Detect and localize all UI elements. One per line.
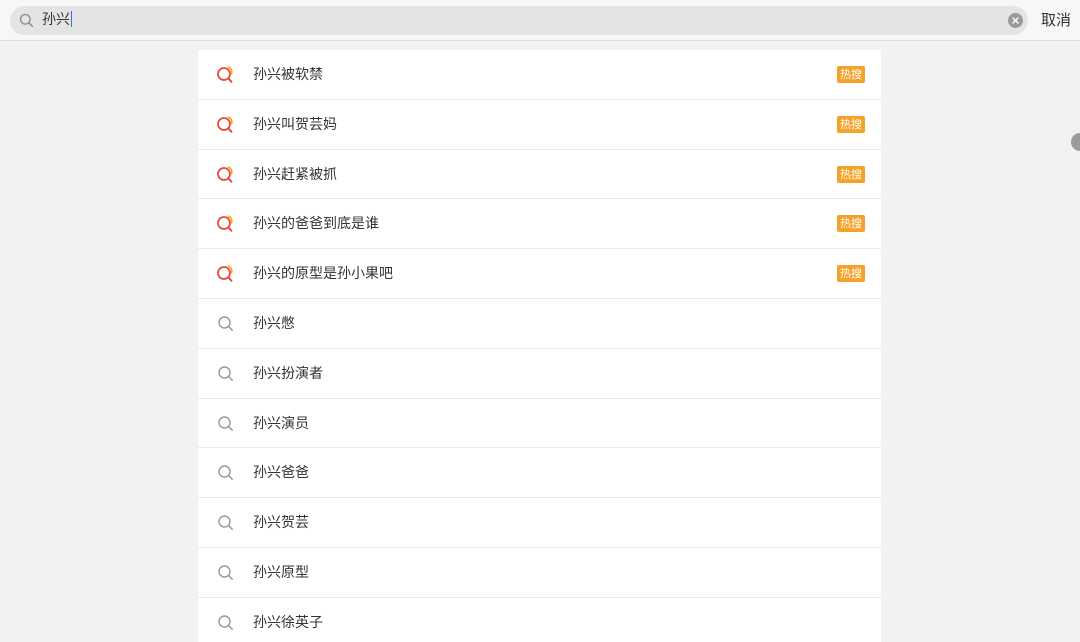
suggestion-item[interactable]: 孙兴贺芸 bbox=[198, 498, 881, 548]
close-icon bbox=[1012, 17, 1019, 24]
search-icon bbox=[216, 463, 236, 483]
suggestion-item[interactable]: 孙兴憋 bbox=[198, 299, 881, 349]
cancel-button[interactable]: 取消 bbox=[1041, 10, 1071, 30]
suggestion-label: 孙兴憋 bbox=[253, 315, 295, 332]
search-icon bbox=[216, 364, 236, 384]
suggestion-label: 孙兴叫贺芸妈 bbox=[253, 116, 337, 133]
scrollbar-handle[interactable] bbox=[1071, 133, 1080, 151]
search-input[interactable]: 孙兴 bbox=[10, 6, 1028, 35]
hot-badge: 热搜 bbox=[837, 215, 865, 233]
suggestion-label: 孙兴的原型是孙小果吧 bbox=[253, 266, 393, 283]
suggestion-item[interactable]: 孙兴的原型是孙小果吧 热搜 bbox=[198, 249, 881, 299]
clear-input-button[interactable] bbox=[1008, 13, 1023, 28]
suggestion-label: 孙兴被软禁 bbox=[253, 67, 323, 83]
suggestion-item[interactable]: 孙兴原型 bbox=[198, 548, 881, 598]
search-icon bbox=[216, 414, 236, 434]
suggestion-label: 孙兴演员 bbox=[253, 415, 309, 432]
hot-search-icon bbox=[216, 214, 236, 234]
suggestion-label: 孙兴扮演者 bbox=[253, 365, 323, 382]
hot-search-icon bbox=[216, 165, 236, 185]
suggestion-label: 孙兴原型 bbox=[253, 564, 309, 581]
search-query-text: 孙兴 bbox=[42, 11, 72, 28]
suggestion-item[interactable]: 孙兴扮演者 bbox=[198, 349, 881, 399]
suggestion-item[interactable]: 孙兴被软禁 热搜 bbox=[198, 50, 881, 100]
suggestion-label: 孙兴徐英子 bbox=[253, 614, 323, 631]
suggestion-list: 孙兴被软禁 热搜 孙兴叫贺芸妈 热搜 孙兴赶紧被抓 热搜 孙兴的爸爸到底是谁 热搜 孙兴的原型是… bbox=[198, 50, 881, 642]
search-icon bbox=[216, 563, 236, 583]
hot-badge: 热搜 bbox=[837, 165, 865, 183]
hot-search-icon bbox=[216, 264, 236, 284]
hot-badge: 热搜 bbox=[837, 115, 865, 133]
suggestion-item[interactable]: 孙兴赶紧被抓 热搜 bbox=[198, 150, 881, 200]
suggestion-item[interactable]: 孙兴爸爸 bbox=[198, 448, 881, 499]
hot-badge: 热搜 bbox=[837, 265, 865, 283]
suggestion-item[interactable]: 孙兴的爸爸到底是谁 热搜 bbox=[198, 199, 881, 250]
search-icon bbox=[19, 13, 34, 28]
suggestion-label: 孙兴爸爸 bbox=[253, 465, 309, 482]
suggestion-item[interactable]: 孙兴徐英子 bbox=[198, 598, 881, 642]
hot-search-icon bbox=[216, 65, 236, 85]
suggestion-label: 孙兴贺芸 bbox=[253, 515, 309, 532]
top-bar: 孙兴 取消 bbox=[0, 0, 1080, 41]
search-icon bbox=[216, 314, 236, 334]
suggestion-item[interactable]: 孙兴叫贺芸妈 热搜 bbox=[198, 100, 881, 150]
suggestion-label: 孙兴赶紧被抓 bbox=[253, 166, 337, 183]
search-icon bbox=[216, 513, 236, 533]
suggestion-item[interactable]: 孙兴演员 bbox=[198, 399, 881, 449]
search-icon bbox=[216, 613, 236, 633]
suggestion-label: 孙兴的爸爸到底是谁 bbox=[253, 216, 379, 233]
hot-search-icon bbox=[216, 115, 236, 135]
hot-badge: 热搜 bbox=[837, 66, 865, 83]
text-caret bbox=[71, 11, 72, 27]
